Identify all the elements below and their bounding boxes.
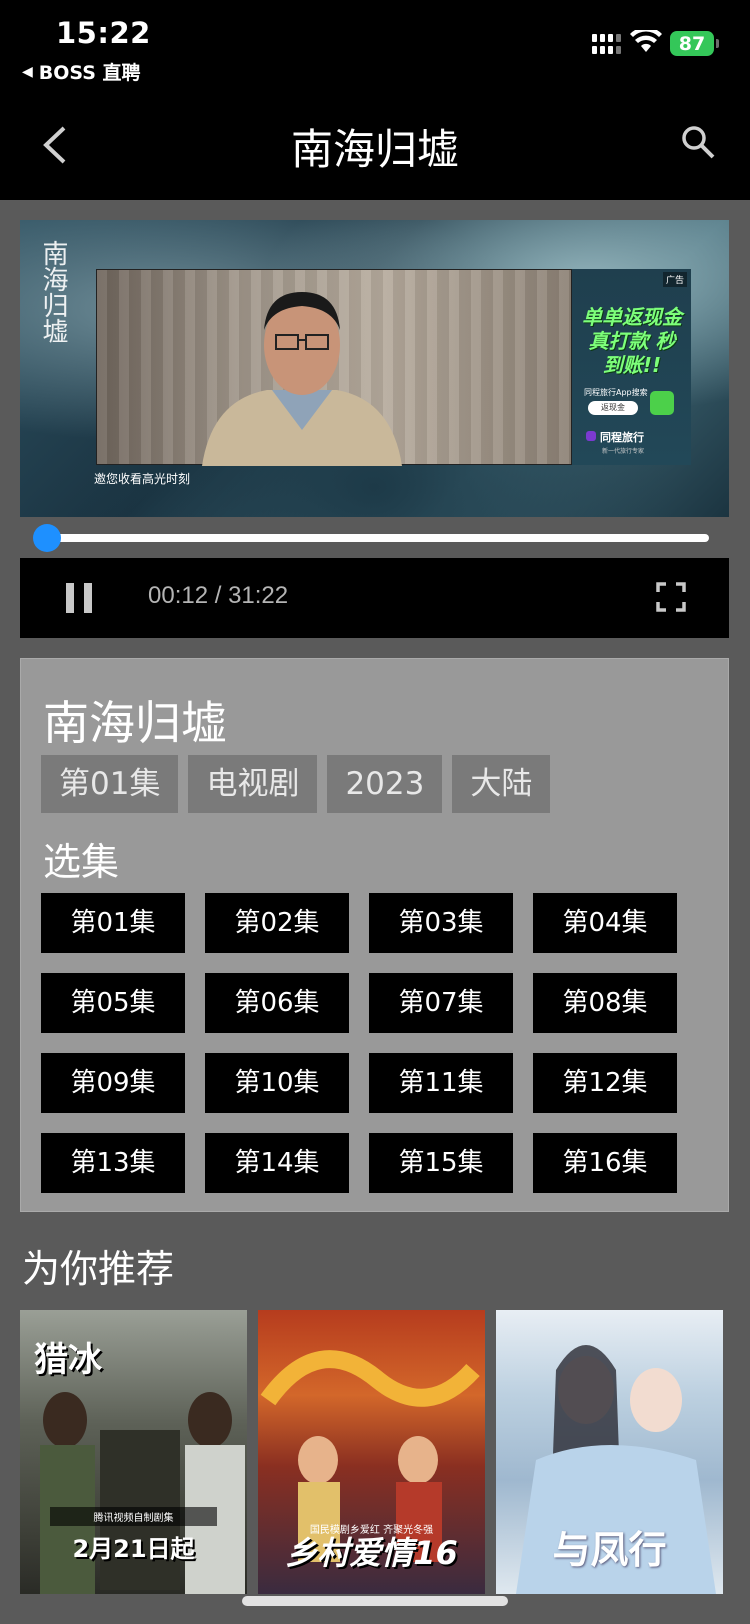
episode-button[interactable]: 第04集 (533, 893, 677, 953)
battery-level: 87 (678, 32, 706, 55)
app-root: 15:22 ◀ BOSS 直聘 87 南海归墟 南海归墟 广告 单单返现金 真打… (0, 0, 750, 1624)
episode-button[interactable]: 第12集 (533, 1053, 677, 1113)
progress-track[interactable] (46, 534, 709, 542)
episode-button[interactable]: 第16集 (533, 1133, 677, 1193)
episode-button[interactable]: 第03集 (369, 893, 513, 953)
episode-button[interactable]: 第05集 (41, 973, 185, 1033)
episode-button[interactable]: 第13集 (41, 1133, 185, 1193)
search-icon[interactable] (680, 124, 716, 160)
battery-indicator: 87 (670, 31, 719, 56)
nav-bar: 南海归墟 (0, 90, 750, 200)
ad-headline: 单单返现金 真打款 秒到账!! (582, 305, 682, 377)
episode-button[interactable]: 第01集 (41, 893, 185, 953)
back-to-app-link[interactable]: ◀ BOSS 直聘 (22, 58, 141, 85)
back-triangle-icon: ◀ (22, 63, 33, 80)
episode-button[interactable]: 第14集 (205, 1133, 349, 1193)
episode-button[interactable]: 第09集 (41, 1053, 185, 1113)
video-player[interactable]: 南海归墟 广告 单单返现金 真打款 秒到账!! 同程旅行App搜索 返现金 同程… (20, 220, 729, 517)
recommend-poster-2[interactable]: 国民模剧乡爱红 齐聚光冬强 乡村爱情16 (258, 1310, 485, 1594)
progress-knob[interactable] (33, 524, 61, 552)
status-time: 15:22 (56, 16, 151, 50)
episodes-section-title: 选集 (43, 840, 120, 884)
playback-time: 00:12 / 31:22 (148, 582, 289, 609)
episode-button[interactable]: 第10集 (205, 1053, 349, 1113)
poster-line: 腾讯视频自制剧集 (50, 1507, 217, 1526)
recommend-title: 为你推荐 (22, 1247, 175, 1291)
episode-button[interactable]: 第02集 (205, 893, 349, 953)
tag-episode: 第01集 (41, 755, 179, 813)
ad-slogan: 新一代旅行专家 (602, 448, 645, 455)
ad-subtext: 同程旅行App搜索 (584, 388, 648, 397)
pause-icon[interactable] (66, 583, 92, 613)
video-caption: 邀您收看高光时刻 (94, 472, 191, 486)
ad-button[interactable]: 返现金 (588, 401, 638, 415)
ad-tag: 广告 (662, 272, 687, 287)
episode-button[interactable]: 第08集 (533, 973, 677, 1033)
video-frame (96, 269, 572, 466)
recommend-poster-3[interactable]: 与凤行 (496, 1310, 723, 1594)
ad-app-icon (650, 391, 674, 415)
tag-year: 2023 (327, 755, 443, 813)
ad-brand: 同程旅行 (586, 431, 644, 444)
poster-title: 与凤行 (552, 1527, 667, 1572)
fullscreen-icon[interactable] (656, 582, 686, 612)
episode-button[interactable]: 第06集 (205, 973, 349, 1033)
tag-region: 大陆 (452, 755, 551, 813)
actor-figure (202, 292, 402, 466)
episode-info-panel: 南海归墟 第01集 电视剧 2023 大陆 选集 第01集 第02集 第03集 第04… (20, 658, 729, 1212)
wifi-icon (630, 30, 662, 52)
page-title: 南海归墟 (290, 125, 459, 174)
episode-button[interactable]: 第07集 (369, 973, 513, 1033)
episode-button[interactable]: 第15集 (369, 1133, 513, 1193)
tag-type: 电视剧 (188, 755, 318, 813)
episode-grid: 第01集 第02集 第03集 第04集第05集 第06集 第07集 第08集第09集 第10集… (41, 893, 677, 1193)
poster-top-title: 猎冰 (34, 1340, 102, 1380)
status-bar: 15:22 ◀ BOSS 直聘 87 (0, 0, 750, 90)
player-controls: 00:12 / 31:22 (20, 558, 729, 638)
video-ad-panel[interactable]: 广告 单单返现金 真打款 秒到账!! 同程旅行App搜索 返现金 同程旅行 新一… (572, 269, 691, 465)
recommend-poster-1[interactable]: 猎冰 腾讯视频自制剧集 2月21日起 (20, 1310, 247, 1594)
episode-button[interactable]: 第11集 (369, 1053, 513, 1113)
back-app-label: BOSS 直聘 (38, 62, 141, 84)
recommend-list: 猎冰 腾讯视频自制剧集 2月21日起 国民模剧乡爱红 齐聚光冬强 乡村爱情16 … (20, 1310, 723, 1594)
show-title: 南海归墟 (43, 696, 227, 750)
show-logo: 南海归墟 (38, 240, 68, 344)
poster-title: 2月21日起 (72, 1535, 195, 1563)
show-tags: 第01集 电视剧 2023 大陆 (41, 755, 551, 813)
poster-title: 乡村爱情16 (285, 1534, 458, 1572)
home-indicator[interactable] (242, 1596, 508, 1606)
cellular-signal-icon (592, 34, 624, 56)
